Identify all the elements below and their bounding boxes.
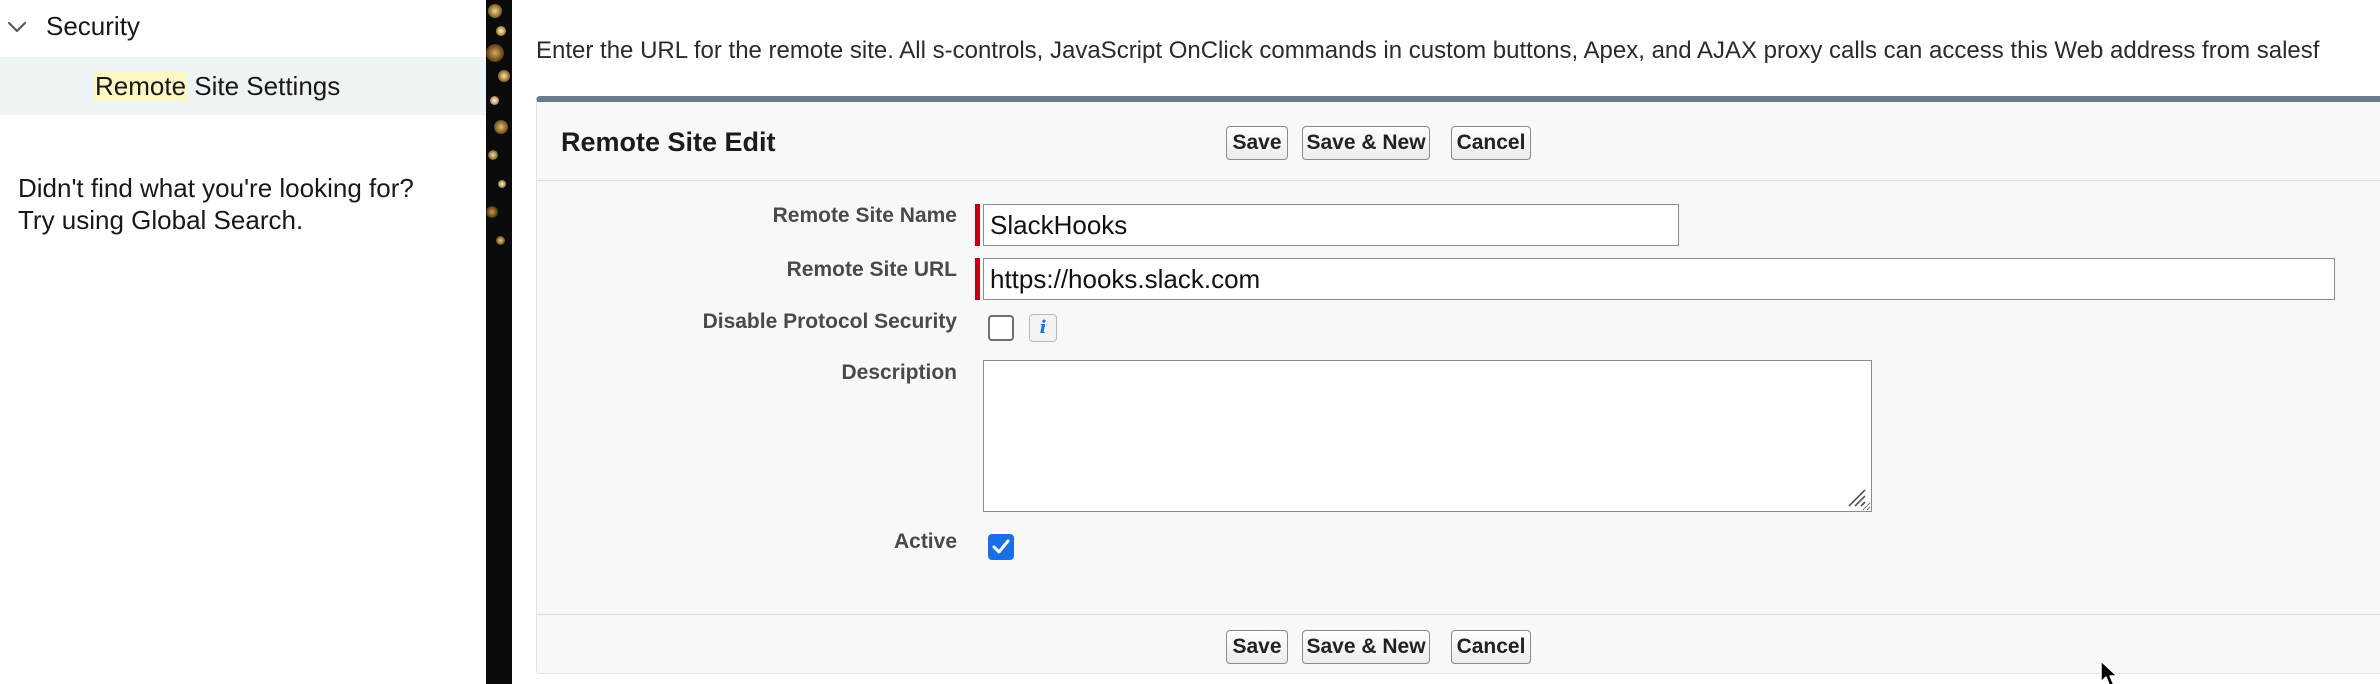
remote-site-url-input[interactable]	[983, 258, 2335, 300]
help-text-line-1: Didn't find what you're looking for?	[18, 173, 414, 203]
resize-grip-icon[interactable]	[1843, 484, 1867, 508]
save-new-button-top[interactable]: Save & New	[1302, 126, 1430, 160]
remote-site-url-label: Remote Site URL	[786, 258, 957, 281]
checkmark-icon	[992, 539, 1010, 554]
remote-site-edit-panel: Remote Site Edit Save Save & New Cancel …	[536, 96, 2380, 674]
info-icon[interactable]: i	[1029, 314, 1057, 342]
sidebar-section-label: Security	[46, 11, 140, 41]
required-marker	[975, 258, 980, 300]
save-button-top[interactable]: Save	[1226, 126, 1288, 160]
sidebar-help-text: Didn't find what you're looking for? Try…	[18, 172, 414, 236]
active-checkbox[interactable]	[988, 534, 1014, 560]
sidebar-item-remote-site-settings[interactable]: Remote Site Settings	[0, 57, 486, 115]
remote-site-name-input[interactable]	[983, 204, 1679, 246]
disable-protocol-security-label: Disable Protocol Security	[702, 310, 957, 333]
setup-sidebar: Security Remote Site Settings Didn't fin…	[0, 0, 486, 684]
main-content: Enter the URL for the remote site. All s…	[512, 0, 2380, 684]
active-label: Active	[893, 530, 957, 553]
sidebar-section-security[interactable]: Security	[0, 0, 486, 52]
help-text-line-2: Try using Global Search.	[18, 205, 304, 235]
sidebar-item-label: Remote Site Settings	[94, 69, 340, 103]
cancel-button-top[interactable]: Cancel	[1451, 126, 1531, 160]
background-bokeh-strip	[486, 0, 512, 684]
description-textarea[interactable]	[983, 360, 1872, 512]
save-button-bottom[interactable]: Save	[1226, 630, 1288, 664]
required-marker	[975, 204, 980, 246]
panel-header: Remote Site Edit Save Save & New Cancel	[537, 102, 2380, 181]
remote-site-name-label: Remote Site Name	[772, 204, 957, 227]
chevron-down-icon	[7, 21, 27, 33]
cancel-button-bottom[interactable]: Cancel	[1451, 630, 1531, 664]
sidebar-item-label-rest: Site Settings	[187, 71, 341, 101]
save-new-button-bottom[interactable]: Save & New	[1302, 630, 1430, 664]
panel-title: Remote Site Edit	[561, 127, 776, 157]
search-match-highlight: Remote	[94, 71, 188, 101]
app-root: Security Remote Site Settings Didn't fin…	[0, 0, 2380, 684]
disable-protocol-security-checkbox[interactable]	[988, 315, 1014, 341]
description-label: Description	[841, 361, 957, 384]
mouse-cursor-icon	[2100, 660, 2118, 684]
intro-text: Enter the URL for the remote site. All s…	[536, 37, 2320, 64]
